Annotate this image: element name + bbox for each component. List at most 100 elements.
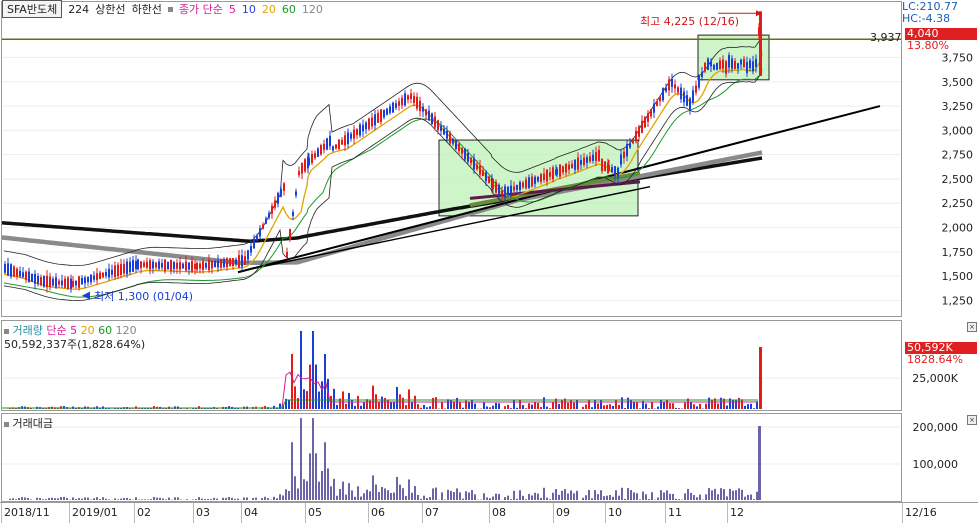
candle-body [191, 260, 193, 272]
amount-bar [750, 494, 752, 500]
amount-bar [288, 490, 290, 500]
candle-body [464, 148, 466, 160]
amount-bar [651, 492, 653, 500]
volume-bar [675, 407, 677, 409]
candle-body [238, 255, 240, 268]
amount-bar [507, 495, 509, 500]
amount-bar [758, 426, 761, 500]
ma-120: 120 [301, 2, 323, 16]
candle-body [719, 60, 721, 69]
volume-bar [636, 402, 638, 409]
symbol-name[interactable]: SFA반도체 [2, 0, 63, 18]
candle-body [173, 262, 175, 270]
amount-bar [117, 499, 119, 500]
amount-bar [669, 493, 671, 500]
amount-header: 거래대금 [4, 415, 53, 431]
amount-bar [198, 497, 200, 500]
amount-bar [663, 492, 665, 500]
candle-body [202, 261, 204, 270]
y-tick-label: 200,000 [913, 421, 959, 434]
volume-bar [408, 389, 410, 409]
amount-bar [294, 476, 296, 500]
volume-bar [690, 402, 692, 409]
amount-bar [330, 486, 332, 500]
candle-body [552, 167, 554, 180]
x-tick-separator [902, 503, 903, 523]
amount-bar [93, 498, 95, 500]
candle-body [641, 120, 643, 133]
candle-body [320, 145, 322, 155]
amount-bar [693, 495, 695, 500]
x-tick-separator [305, 503, 306, 523]
volume-bar [519, 399, 521, 409]
candle-body [256, 235, 258, 241]
candle-body [392, 102, 394, 113]
candle-body [540, 174, 542, 182]
amount-bar [84, 497, 86, 500]
candle-body [389, 106, 391, 113]
resistance-label: 3,937 [870, 31, 902, 44]
candle-body [522, 182, 524, 188]
candle-body [704, 62, 706, 72]
candle-body [350, 133, 352, 139]
candle-body [377, 112, 379, 123]
volume-bar [486, 406, 488, 409]
amount-bar [279, 494, 281, 500]
candle-body [559, 164, 561, 177]
candle-body [253, 238, 255, 249]
amount-bar [168, 497, 170, 500]
amount-bar [504, 497, 506, 500]
candle-body [158, 261, 160, 269]
amount-bar [483, 493, 485, 500]
candle-body [528, 177, 530, 188]
volume-bar [426, 407, 428, 409]
y-tick-label: 2,500 [942, 173, 974, 186]
volume-bar [630, 399, 632, 409]
candle-body [586, 157, 588, 164]
amount-bar [135, 497, 137, 500]
amount-bar [612, 496, 614, 500]
candle-body [410, 93, 412, 100]
volume-bar [429, 406, 431, 409]
candle-body [443, 128, 445, 135]
volume-bar [360, 405, 362, 409]
volume-bar [567, 402, 569, 409]
candle-body [356, 129, 358, 136]
candle-body [317, 148, 319, 157]
volume-close-icon[interactable]: × [967, 322, 977, 332]
candle-body [10, 264, 12, 277]
candle-body [401, 97, 403, 106]
volume-bar [141, 408, 143, 409]
x-tick-label: 2019/01 [72, 506, 118, 519]
amount-bar [174, 497, 176, 500]
amount-bar [51, 497, 53, 500]
amount-bar [609, 494, 611, 500]
amount-bar [429, 497, 431, 500]
volume-bar [453, 401, 455, 409]
candle-body [710, 61, 712, 67]
amount-bar [237, 498, 239, 500]
amount-bar [45, 499, 47, 500]
candle-body [28, 271, 30, 283]
candle-body [589, 156, 591, 162]
candle-body [498, 184, 500, 197]
candle-body [126, 261, 128, 274]
volume-bar [549, 408, 551, 409]
amount-bar [378, 492, 380, 500]
amount-close-icon[interactable]: × [967, 415, 977, 425]
volume-bar [390, 402, 392, 409]
amount-bar [369, 491, 371, 500]
candle-body [271, 205, 273, 214]
volume-bar [372, 385, 374, 409]
volume-bar [324, 354, 326, 409]
candle-body [677, 87, 679, 93]
candle-body [283, 183, 285, 191]
amount-title: 거래대금 [12, 417, 53, 430]
candle-body [241, 255, 243, 267]
volume-bar [591, 407, 593, 409]
low-annotation: 최저 1,300 (01/04) [94, 290, 194, 303]
candle-body [298, 171, 300, 176]
amount-bar [489, 498, 491, 500]
amount-bar [87, 497, 89, 500]
candle-body [519, 182, 521, 191]
